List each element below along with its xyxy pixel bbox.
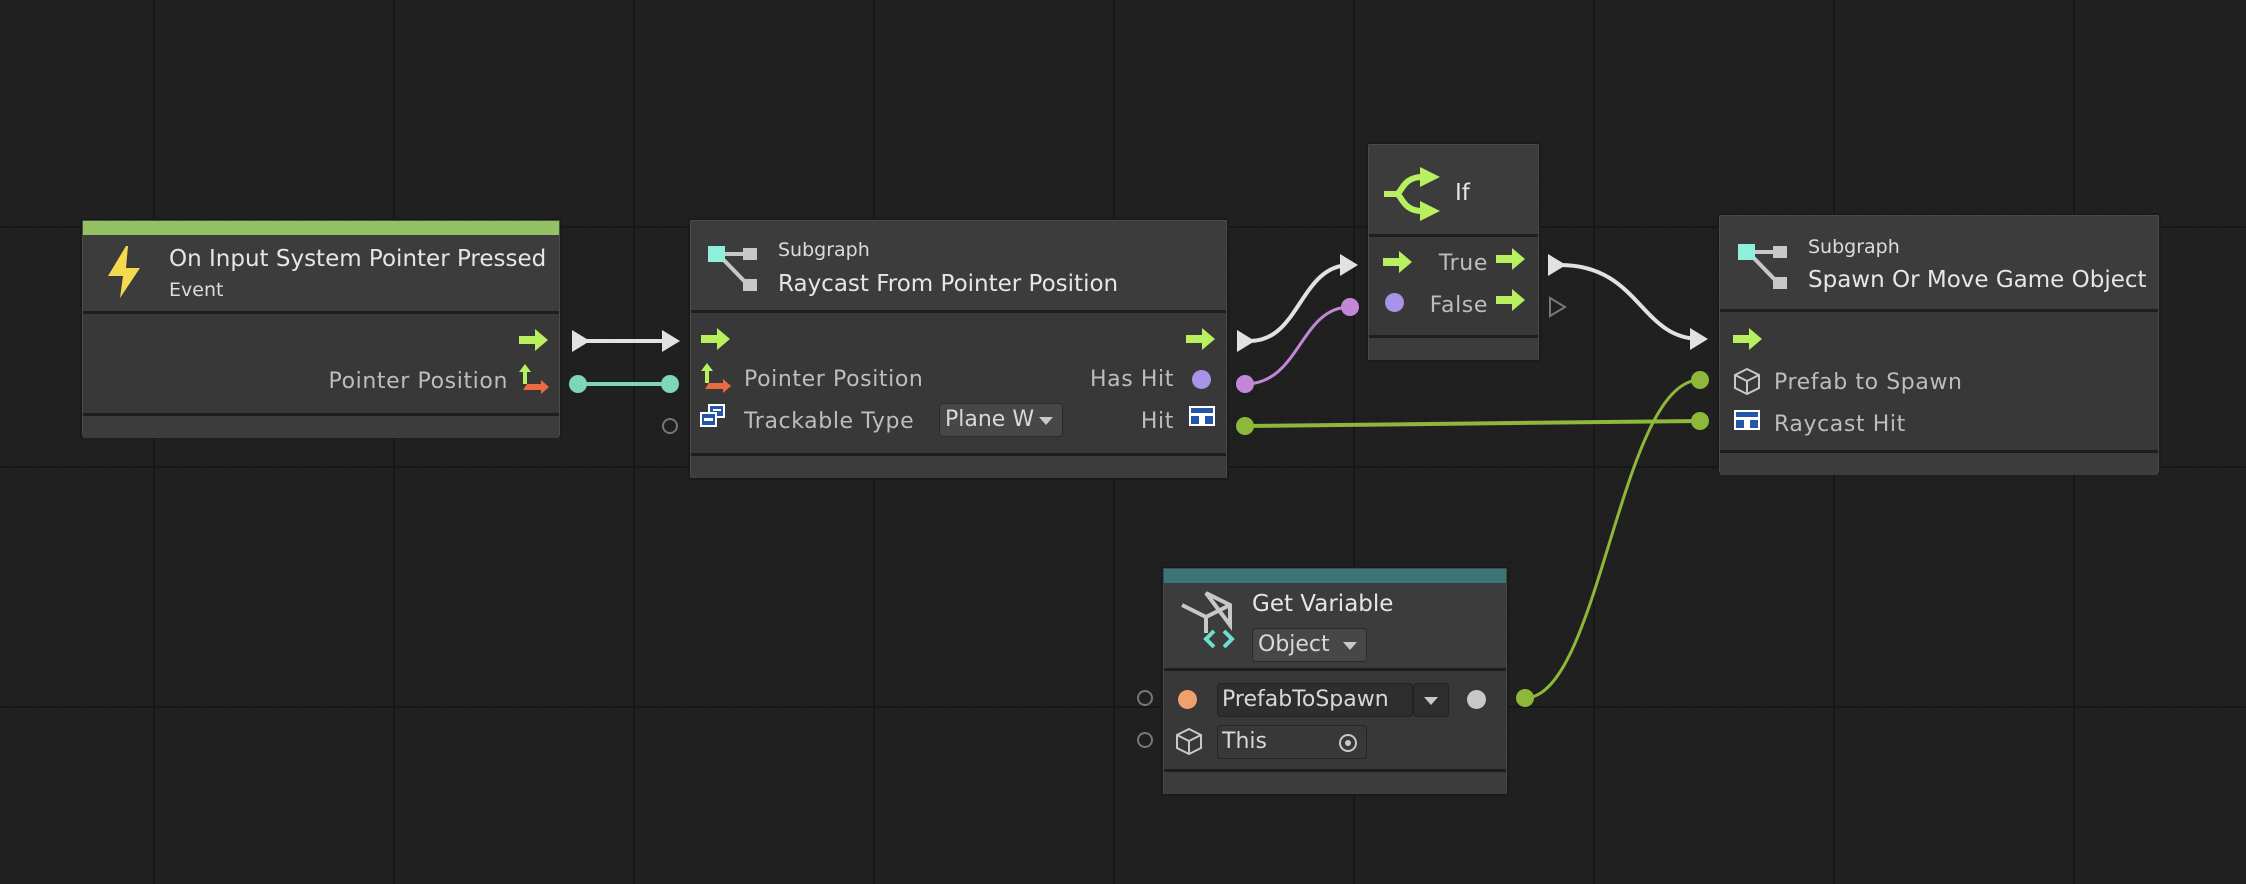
output-label-has-hit: Has Hit: [1090, 367, 1174, 392]
edge-object-prefab[interactable]: [1524, 378, 1701, 700]
field-value: This: [1222, 729, 1267, 754]
node-header[interactable]: On Input System Pointer Pressed Event: [83, 235, 559, 314]
subgraph-icon: [1738, 244, 1787, 289]
chevron-down-icon: [1039, 417, 1053, 425]
node-header[interactable]: Get Variable Object: [1164, 583, 1506, 671]
node-body: True False: [1369, 237, 1538, 335]
bool-port-icon: [1385, 293, 1404, 312]
node-header[interactable]: Subgraph Raycast From Pointer Position: [691, 221, 1226, 313]
node-body: Prefab to Spawn Raycast Hit: [1720, 312, 2158, 450]
port-out-hit[interactable]: [1236, 417, 1254, 435]
port-in-getvar-object[interactable]: [1137, 732, 1153, 748]
node-footer: [83, 413, 559, 438]
node-footer: [1369, 335, 1538, 360]
input-label-trackable-type: Trackable Type: [744, 409, 915, 434]
event-node[interactable]: On Input System Pointer Pressed Event Po…: [80, 218, 562, 438]
node-body: PrefabToSpawn This: [1164, 671, 1506, 769]
flow-port-out-raycast[interactable]: [1237, 330, 1255, 352]
trackable-type-dropdown[interactable]: Plane W: [939, 403, 1063, 437]
node-footer: [691, 453, 1226, 478]
node-kind: Subgraph: [1808, 236, 1900, 258]
field-value: PrefabToSpawn: [1222, 687, 1389, 712]
flow-port-in-spawn[interactable]: [1690, 328, 1708, 350]
variable-kind-dropdown[interactable]: Object: [1252, 628, 1367, 662]
node-subtitle: Event: [169, 279, 224, 301]
raycast-hit-icon: [1734, 410, 1760, 430]
event-color-bar: [83, 221, 559, 235]
node-body: Pointer Position Has Hit Trackable Type …: [691, 313, 1226, 453]
flow-in-arrow-icon: [1733, 328, 1762, 350]
port-in-trackable-type[interactable]: [662, 418, 678, 434]
get-variable-node[interactable]: Get Variable Object PrefabToSpawn This: [1161, 566, 1509, 796]
raycast-subgraph-node[interactable]: Subgraph Raycast From Pointer Position P…: [688, 218, 1229, 480]
variable-cube-icon: [1181, 591, 1235, 649]
flow-out-arrow-icon: [1496, 248, 1525, 270]
node-footer: [1720, 450, 2158, 475]
port-in-prefab-to-spawn[interactable]: [1691, 371, 1709, 389]
node-body: Pointer Position: [83, 314, 559, 413]
vector2-icon: [701, 363, 731, 393]
port-in-getvar-name[interactable]: [1137, 690, 1153, 706]
node-footer: [1164, 769, 1506, 794]
flow-arrow-icon: [519, 329, 548, 351]
flow-in-arrow-icon: [701, 328, 730, 350]
flow-port-out-if-true[interactable]: [1548, 254, 1566, 276]
node-title: Spawn Or Move Game Object: [1808, 267, 2147, 293]
cube-icon: [1734, 367, 1760, 395]
input-label-prefab-to-spawn: Prefab to Spawn: [1774, 370, 1963, 395]
variable-color-bar: [1164, 569, 1506, 583]
if-node[interactable]: If True False: [1366, 142, 1541, 362]
node-header[interactable]: If: [1369, 145, 1538, 237]
input-label-raycast-hit: Raycast Hit: [1774, 412, 1906, 437]
node-title: Raycast From Pointer Position: [778, 271, 1119, 297]
vector2-icon: [519, 364, 549, 394]
variable-name-dropdown-button[interactable]: [1413, 683, 1449, 717]
enum-icon: [700, 404, 725, 427]
chevron-down-icon: [1424, 697, 1438, 705]
edge-flow-if-true-to-spawn[interactable]: [1559, 263, 1701, 341]
flow-port-out-event[interactable]: [572, 330, 590, 352]
spawn-subgraph-node[interactable]: Subgraph Spawn Or Move Game Object Prefa…: [1717, 213, 2161, 475]
port-in-if-condition[interactable]: [1341, 298, 1359, 316]
flow-in-arrow-icon: [1383, 251, 1412, 273]
object-picker-icon[interactable]: [1338, 733, 1358, 753]
port-out-pointer-position[interactable]: [569, 375, 587, 393]
branch-icon: [1384, 167, 1440, 221]
output-label-true: True: [1438, 251, 1488, 276]
port-out-has-hit[interactable]: [1236, 375, 1254, 393]
flow-port-in-if[interactable]: [1340, 254, 1358, 276]
edge-object-hit[interactable]: [1244, 419, 1701, 428]
node-header[interactable]: Subgraph Spawn Or Move Game Object: [1720, 216, 2158, 312]
variable-name-field[interactable]: PrefabToSpawn: [1217, 683, 1413, 717]
flow-port-out-if-false[interactable]: [1549, 296, 1567, 318]
input-label-pointer-position: Pointer Position: [744, 367, 924, 392]
subgraph-icon: [708, 246, 757, 291]
raycast-hit-icon: [1189, 406, 1215, 426]
output-label-pointer-position: Pointer Position: [328, 369, 508, 394]
node-title: On Input System Pointer Pressed: [169, 246, 547, 272]
edge-bool-has-hit[interactable]: [1244, 305, 1351, 386]
lightning-icon: [108, 246, 140, 298]
output-label-false: False: [1429, 293, 1488, 318]
node-kind: Subgraph: [778, 239, 870, 261]
dropdown-value: Plane W: [945, 407, 1035, 432]
flow-port-in-raycast[interactable]: [662, 330, 680, 352]
cube-icon: [1176, 727, 1202, 755]
output-label-hit: Hit: [1140, 409, 1174, 434]
port-in-pointer-position[interactable]: [661, 375, 679, 393]
edge-flow-raycast-to-if[interactable]: [1249, 263, 1351, 343]
flow-out-arrow-icon: [1496, 289, 1525, 311]
flow-out-arrow-icon: [1186, 328, 1215, 350]
chevron-down-icon: [1343, 642, 1357, 650]
dropdown-value: Object: [1258, 632, 1330, 657]
string-port-icon: [1178, 690, 1197, 709]
target-object-field[interactable]: This: [1217, 725, 1367, 759]
node-title: Get Variable: [1252, 591, 1394, 617]
bool-port-icon: [1192, 370, 1211, 389]
output-value-port-icon: [1467, 690, 1486, 709]
port-in-raycast-hit[interactable]: [1691, 412, 1709, 430]
port-out-getvar-value[interactable]: [1516, 689, 1534, 707]
node-title: If: [1455, 180, 1470, 206]
